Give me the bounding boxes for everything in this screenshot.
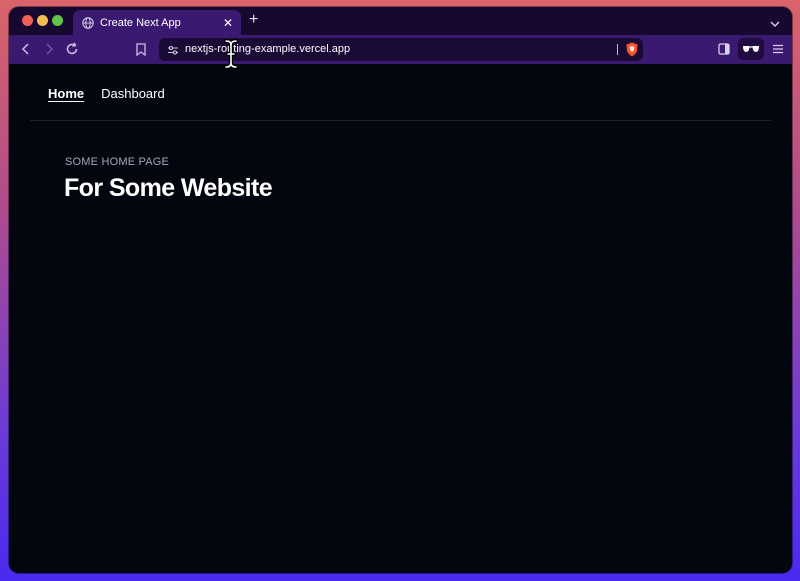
minimize-window-button[interactable] [37, 15, 48, 26]
close-icon[interactable]: ✕ [223, 17, 233, 29]
globe-icon [81, 16, 94, 29]
header-divider [30, 120, 771, 121]
sidebar-icon[interactable] [717, 42, 731, 56]
browser-tab[interactable]: Create Next App ✕ [73, 10, 241, 35]
page-eyebrow: SOME HOME PAGE [65, 156, 170, 168]
plus-icon[interactable]: + [249, 12, 258, 28]
page-content: Home Dashboard SOME HOME PAGE For Some W… [9, 64, 792, 573]
text-cursor-icon [224, 39, 238, 69]
close-window-button[interactable] [22, 15, 33, 26]
reload-icon[interactable] [65, 42, 79, 56]
nav-link-home[interactable]: Home [48, 86, 84, 101]
glasses-icon[interactable] [738, 38, 764, 60]
bookmark-icon[interactable] [134, 42, 148, 56]
nav-link-dashboard[interactable]: Dashboard [101, 86, 165, 101]
menu-icon[interactable] [771, 42, 785, 56]
maximize-window-button[interactable] [52, 15, 63, 26]
url-divider [617, 44, 618, 55]
browser-window: Create Next App ✕ + nextjs-routing-examp… [9, 7, 792, 573]
site-nav: Home Dashboard [48, 86, 165, 101]
url-text[interactable]: nextjs-routing-example.vercel.app [185, 43, 350, 55]
tab-title: Create Next App [100, 16, 181, 29]
page-title: For Some Website [64, 174, 273, 202]
tab-bar: Create Next App ✕ + [9, 7, 792, 35]
site-settings-icon[interactable] [166, 43, 180, 57]
back-icon[interactable] [19, 42, 33, 56]
forward-icon[interactable] [42, 42, 56, 56]
chevron-down-icon[interactable] [770, 15, 780, 33]
toolbar: nextjs-routing-example.vercel.app [9, 35, 792, 64]
brave-shield-icon[interactable] [625, 42, 639, 57]
